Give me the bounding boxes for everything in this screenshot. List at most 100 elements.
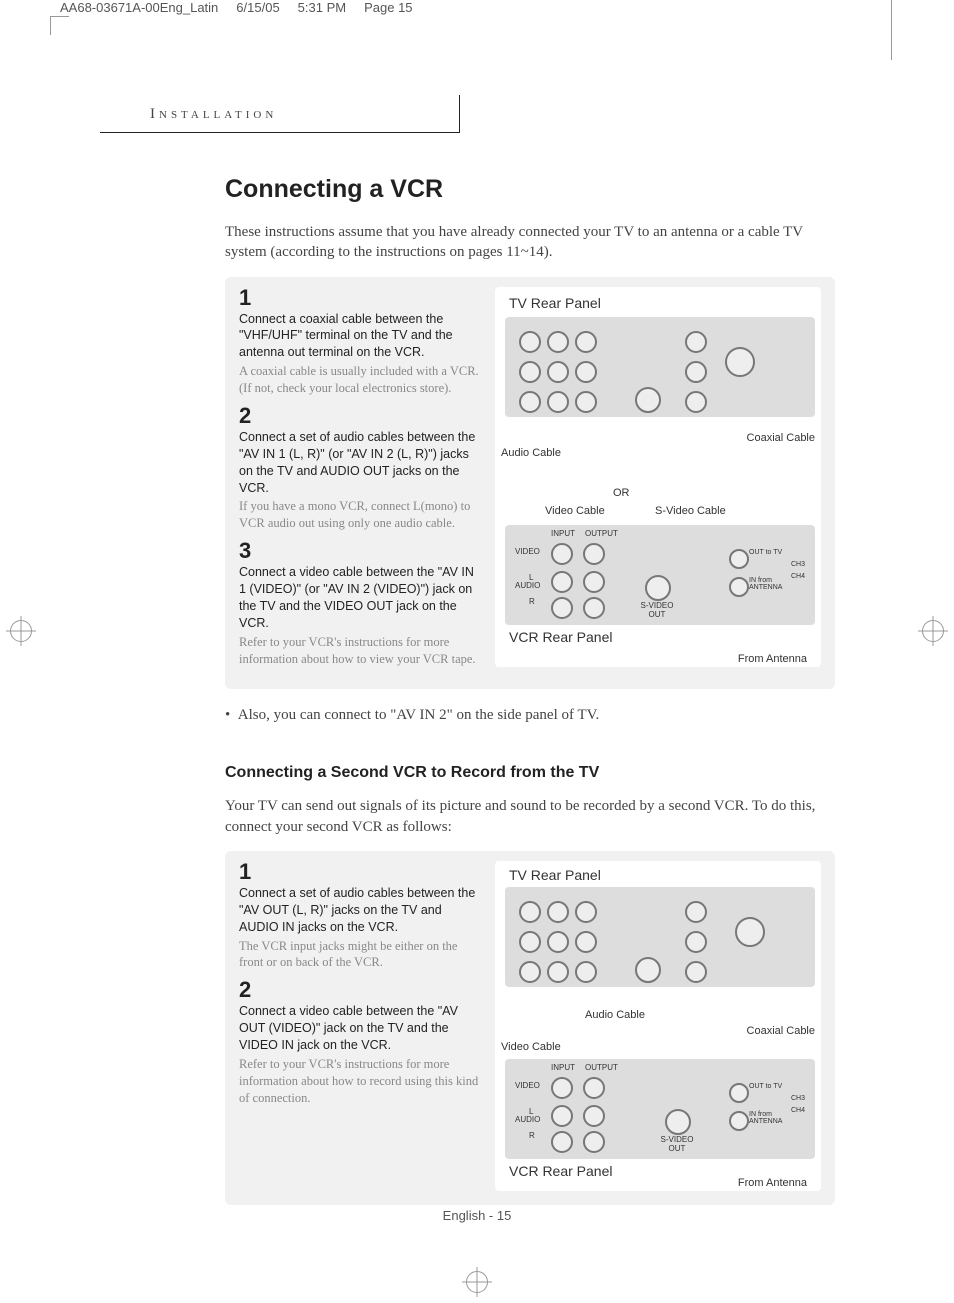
- video-label: VIDEO: [515, 1081, 540, 1090]
- jack-icon: [547, 361, 569, 383]
- note-bullet: • Also, you can connect to "AV IN 2" on …: [225, 707, 835, 724]
- step-number: 1: [239, 861, 479, 883]
- jack-icon: [551, 1077, 573, 1099]
- step-list: 1 Connect a coaxial cable between the "V…: [239, 287, 479, 676]
- vcr-rear-panel: INPUT OUTPUT VIDEO AUDIO L R S-VIDEO OUT: [505, 525, 815, 625]
- jack-icon: [547, 331, 569, 353]
- step-body: If you have a mono VCR, connect L(mono) …: [239, 498, 479, 532]
- video-label: VIDEO: [515, 547, 540, 556]
- ant-jack-icon: [729, 549, 749, 569]
- wiring-diagram: TV Rear Panel Audio: [495, 287, 821, 667]
- jack-icon: [551, 1105, 573, 1127]
- jack-icon: [547, 391, 569, 413]
- input-label: INPUT: [551, 1063, 575, 1072]
- jack-icon: [575, 391, 597, 413]
- subsection-title: Connecting a Second VCR to Record from t…: [225, 764, 835, 782]
- registration-mark: [10, 620, 32, 642]
- section-second-vcr: 1 Connect a set of audio cables between …: [225, 851, 835, 1205]
- page-footer: English - 15: [0, 1208, 954, 1223]
- section-connect-vcr: 1 Connect a coaxial cable between the "V…: [225, 277, 835, 690]
- r-label: R: [529, 1131, 535, 1140]
- print-slug: AA68-03671A-00Eng_Latin 6/15/05 5:31 PM …: [60, 0, 413, 15]
- ch3-label: CH3: [791, 1095, 805, 1102]
- jack-icon: [519, 391, 541, 413]
- slug-date: 6/15/05: [236, 0, 279, 15]
- jack-icon: [547, 931, 569, 953]
- step-number: 2: [239, 405, 479, 427]
- vhf-jack-icon: [725, 347, 755, 377]
- jack-icon: [547, 901, 569, 923]
- jack-icon: [583, 597, 605, 619]
- l-label: L: [529, 573, 533, 582]
- audio-label: AUDIO: [515, 1115, 540, 1124]
- registration-mark: [466, 1271, 488, 1293]
- input-label: INPUT: [551, 529, 575, 538]
- intro-paragraph-2: Your TV can send out signals of its pict…: [225, 796, 835, 837]
- jack-icon: [685, 961, 707, 983]
- coax-cable-label: Coaxial Cable: [747, 432, 815, 444]
- output-label: OUTPUT: [585, 1063, 618, 1072]
- svideo-jack-icon: [635, 387, 661, 413]
- tv-panel-label: TV Rear Panel: [509, 295, 601, 311]
- jack-icon: [551, 1131, 573, 1153]
- jack-icon: [551, 597, 573, 619]
- jack-icon: [583, 571, 605, 593]
- crop-mark: [50, 16, 69, 35]
- from-antenna-label: From Antenna: [738, 653, 807, 665]
- svideo-jack-icon: [645, 575, 671, 601]
- jack-icon: [551, 543, 573, 565]
- intro-paragraph: These instructions assume that you have …: [225, 222, 835, 263]
- svideo-jack-icon: [635, 957, 661, 983]
- jack-icon: [583, 1105, 605, 1127]
- ant-jack-icon: [729, 1111, 749, 1131]
- step-heading: Connect a video cable between the "AV OU…: [239, 1003, 479, 1054]
- tv-panel-label: TV Rear Panel: [509, 867, 601, 883]
- jack-icon: [551, 571, 573, 593]
- step-body: The VCR input jacks might be either on t…: [239, 938, 479, 972]
- in-from-ant-label: IN from ANTENNA: [749, 577, 785, 591]
- jack-icon: [519, 931, 541, 953]
- out-to-tv-label: OUT to TV: [749, 1083, 782, 1090]
- step-body: Refer to your VCR's instructions for mor…: [239, 1056, 479, 1107]
- jack-icon: [519, 961, 541, 983]
- ch4-label: CH4: [791, 1107, 805, 1114]
- registration-mark: [922, 620, 944, 642]
- from-antenna-label: From Antenna: [738, 1177, 807, 1189]
- jack-icon: [685, 391, 707, 413]
- jack-icon: [685, 931, 707, 953]
- svideo-out-label: S-VIDEO OUT: [637, 601, 677, 619]
- jack-icon: [685, 901, 707, 923]
- step-heading: Connect a set of audio cables between th…: [239, 429, 479, 497]
- vcr-panel-label: VCR Rear Panel: [509, 1163, 613, 1179]
- svideo-jack-icon: [665, 1109, 691, 1135]
- section-header: Installation: [150, 106, 277, 123]
- audio-label: AUDIO: [515, 581, 540, 590]
- vcr-panel-label: VCR Rear Panel: [509, 629, 613, 645]
- jack-icon: [583, 1131, 605, 1153]
- step-list: 1 Connect a set of audio cables between …: [239, 861, 479, 1191]
- ant-jack-icon: [729, 1083, 749, 1103]
- jack-icon: [575, 331, 597, 353]
- step-heading: Connect a video cable between the "AV IN…: [239, 564, 479, 632]
- step-heading: Connect a set of audio cables between th…: [239, 885, 479, 936]
- step-number: 3: [239, 540, 479, 562]
- vhf-jack-icon: [735, 917, 765, 947]
- step-number: 2: [239, 979, 479, 1001]
- output-label: OUTPUT: [585, 529, 618, 538]
- video-cable-label: Video Cable: [501, 1041, 561, 1053]
- wiring-diagram-2: TV Rear Panel Audio: [495, 861, 821, 1191]
- slug-page: Page 15: [364, 0, 412, 15]
- crop-mark: [891, 0, 892, 60]
- out-to-tv-label: OUT to TV: [749, 549, 782, 556]
- l-label: L: [529, 1107, 533, 1116]
- slug-time: 5:31 PM: [298, 0, 346, 15]
- tv-rear-panel: [505, 887, 815, 987]
- svideo-cable-label: S-Video Cable: [655, 505, 726, 517]
- audio-cable-label: Audio Cable: [585, 1009, 645, 1021]
- vcr-rear-panel: INPUT OUTPUT VIDEO AUDIO L R S-VIDEO OUT: [505, 1059, 815, 1159]
- jack-icon: [583, 543, 605, 565]
- jack-icon: [583, 1077, 605, 1099]
- jack-icon: [575, 931, 597, 953]
- ch4-label: CH4: [791, 573, 805, 580]
- r-label: R: [529, 597, 535, 606]
